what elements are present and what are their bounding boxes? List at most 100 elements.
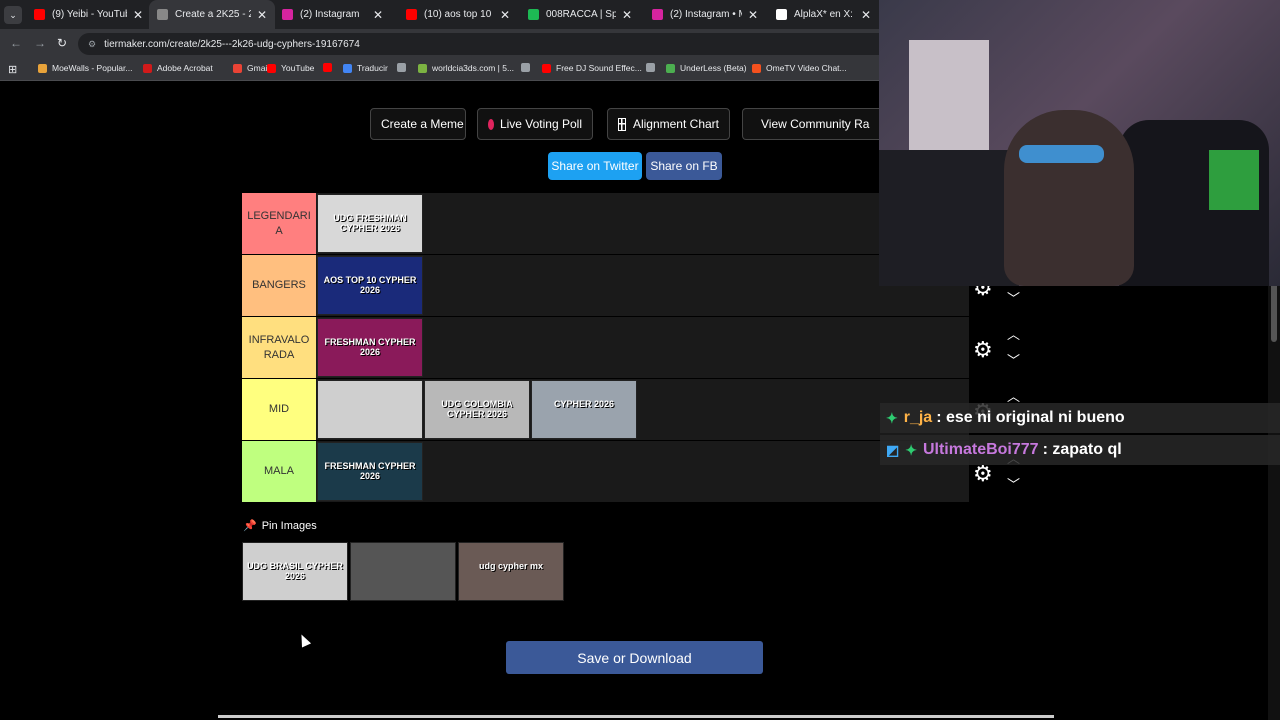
sparkle-badge-icon: ✦ [886, 409, 898, 426]
browser-tab[interactable]: (10) aos top 10 cyphe ✕ [398, 0, 518, 29]
bookmark-label: Gmail [247, 63, 270, 73]
streamer-webcam [879, 0, 1280, 286]
alignment-chart-label: Alignment Chart [632, 117, 719, 131]
bookmark-favicon-icon [752, 63, 761, 73]
mouse-cursor-icon [296, 632, 312, 648]
grid-icon [618, 117, 626, 131]
tier-item-thumbnail[interactable]: AOS TOP 10 CYPHER 2026 [317, 256, 423, 315]
tier-label[interactable]: BANGERS [242, 255, 316, 316]
plush-toys [879, 150, 1019, 286]
chevron-up-icon[interactable]: ︿ [1007, 324, 1020, 343]
instagram-icon [652, 9, 663, 20]
tier-label[interactable]: INFRAVALO RADA [242, 317, 316, 378]
chevron-down-icon[interactable]: ﹀ [1007, 350, 1020, 369]
creeper-plush [1209, 150, 1259, 210]
youtube-icon [406, 9, 417, 20]
browser-tab[interactable]: Create a 2K25 - 2K26 ✕ [149, 0, 275, 29]
tier-item-thumbnail[interactable]: UDG COLOMBIA CYPHER 2026 [424, 380, 530, 439]
thumbnail-caption: UDG FRESHMAN CYPHER 2026 [333, 213, 407, 233]
site-info-icon[interactable]: ⚙ [88, 39, 96, 50]
bookmark-item[interactable]: Adobe Acrobat [143, 63, 213, 73]
share-facebook-button[interactable]: Share on FB [646, 152, 722, 180]
close-tab-icon[interactable]: ✕ [861, 8, 871, 22]
tier-item-thumbnail[interactable]: FRESHMAN CYPHER 2026 [317, 442, 423, 501]
tier-label[interactable]: MID [242, 379, 316, 440]
reload-icon[interactable]: ↻ [57, 36, 67, 50]
tier-item-thumbnail[interactable]: CYPHER 2026 [531, 380, 637, 439]
tab-title: (2) Instagram [300, 9, 360, 20]
close-tab-icon[interactable]: ✕ [257, 8, 267, 22]
bookmark-favicon-icon [38, 63, 47, 73]
bookmark-label: UnderLess (Beta) [680, 63, 747, 73]
bookmark-item[interactable] [323, 63, 337, 72]
bookmark-favicon-icon [267, 63, 276, 73]
chat-username: r_ja [903, 409, 933, 426]
alignment-chart-button[interactable]: Alignment Chart [607, 108, 730, 140]
tab-search-button[interactable]: ⌄ [4, 6, 22, 24]
tier-item-thumbnail[interactable]: UDG FRESHMAN CYPHER 2026 [317, 194, 423, 253]
close-tab-icon[interactable]: ✕ [748, 8, 758, 22]
pin-images-label: Pin Images [261, 519, 317, 532]
bookmark-item[interactable]: worldcia3ds.com | 5... [418, 63, 514, 73]
pin-images-toggle[interactable]: 📌 Pin Images [243, 519, 317, 533]
back-arrow-icon[interactable]: ← [10, 36, 22, 50]
bookmark-item[interactable] [397, 63, 411, 72]
bookmark-item[interactable]: UnderLess (Beta) [666, 63, 747, 73]
tier-item-thumbnail[interactable]: FRESHMAN CYPHER 2026 [317, 318, 423, 377]
bookmark-favicon-icon [143, 63, 152, 73]
youtube-icon [34, 9, 45, 20]
close-tab-icon[interactable]: ✕ [622, 8, 632, 22]
bookmark-favicon-icon [233, 63, 242, 73]
browser-tab[interactable]: 008RACCA | Spotify ✕ [520, 0, 640, 29]
gear-icon[interactable]: ⚙ [973, 337, 993, 363]
close-tab-icon[interactable]: ✕ [133, 8, 143, 22]
create-meme-button[interactable]: Create a Meme [370, 108, 466, 140]
bookmark-label: Free DJ Sound Effec... [556, 63, 642, 73]
forward-arrow-icon[interactable]: → [34, 36, 46, 50]
tier-label[interactable]: MALA [242, 441, 316, 502]
prime-badge-icon: ◩ [886, 441, 900, 458]
bookmark-favicon-icon [542, 63, 551, 73]
address-bar[interactable]: ⚙ tiermaker.com/create/2k25---2k26-udg-c… [78, 33, 898, 55]
bookmark-item[interactable]: Traducir [343, 63, 388, 73]
thumbnail-caption: CYPHER 2026 [553, 399, 615, 409]
bookmark-label: worldcia3ds.com | 5... [432, 63, 515, 73]
pool-item-thumbnail[interactable] [350, 542, 456, 601]
pin-icon: 📌 [243, 520, 257, 532]
browser-tab[interactable]: AlplaX* en X: "qcaraj ✕ [768, 0, 879, 29]
bookmark-item[interactable]: Gmail [233, 63, 269, 73]
bookmark-favicon-icon [397, 63, 406, 72]
browser-tab[interactable]: (2) Instagram ✕ [274, 0, 391, 29]
bottom-divider [218, 715, 1054, 718]
page-scrollbar-thumb[interactable] [1271, 282, 1277, 342]
bookmark-label: YouTube [281, 63, 315, 73]
save-download-label: Save or Download [577, 649, 692, 666]
apps-grid-icon[interactable]: ⊞ [8, 63, 17, 76]
close-tab-icon[interactable]: ✕ [373, 8, 383, 22]
chevron-down-icon[interactable]: ﹀ [1007, 288, 1020, 307]
community-rank-button[interactable]: View Community Ra [742, 108, 879, 140]
chat-text: : ese ni original ni bueno [936, 409, 1125, 426]
bookmark-item[interactable]: Free DJ Sound Effec... [542, 63, 642, 73]
chevron-down-icon[interactable]: ﹀ [1007, 474, 1020, 493]
tier-controls: ⚙ ︿ ﹀ [969, 317, 1028, 378]
thumbnail-caption: UDG BRASIL CYPHER 2026 [247, 561, 343, 581]
share-twitter-label: Share on Twitter [551, 159, 639, 173]
pool-item-thumbnail[interactable]: udg cypher mx [458, 542, 564, 601]
browser-tab[interactable]: (2) Instagram • Mens ✕ [644, 0, 766, 29]
create-meme-label: Create a Meme [381, 117, 464, 131]
browser-tab[interactable]: (9) Yeibi - YouTube ✕ [26, 0, 151, 29]
close-tab-icon[interactable]: ✕ [500, 8, 510, 22]
tier-item-thumbnail[interactable] [317, 380, 423, 439]
pool-item-thumbnail[interactable]: UDG BRASIL CYPHER 2026 [242, 542, 348, 601]
bookmark-item[interactable]: YouTube [267, 63, 314, 73]
live-voting-button[interactable]: Live Voting Poll [477, 108, 593, 140]
share-twitter-button[interactable]: Share on Twitter [548, 152, 642, 180]
tier-label[interactable]: LEGENDARI A [242, 193, 316, 254]
save-download-button[interactable]: Save or Download [506, 641, 763, 674]
bookmark-item[interactable] [521, 63, 535, 72]
bookmark-item[interactable]: MoeWalls - Popular... [38, 63, 132, 73]
bookmark-favicon-icon [666, 63, 675, 73]
bookmark-item[interactable]: OmeTV Video Chat... [752, 63, 847, 73]
bookmark-item[interactable] [646, 63, 660, 72]
